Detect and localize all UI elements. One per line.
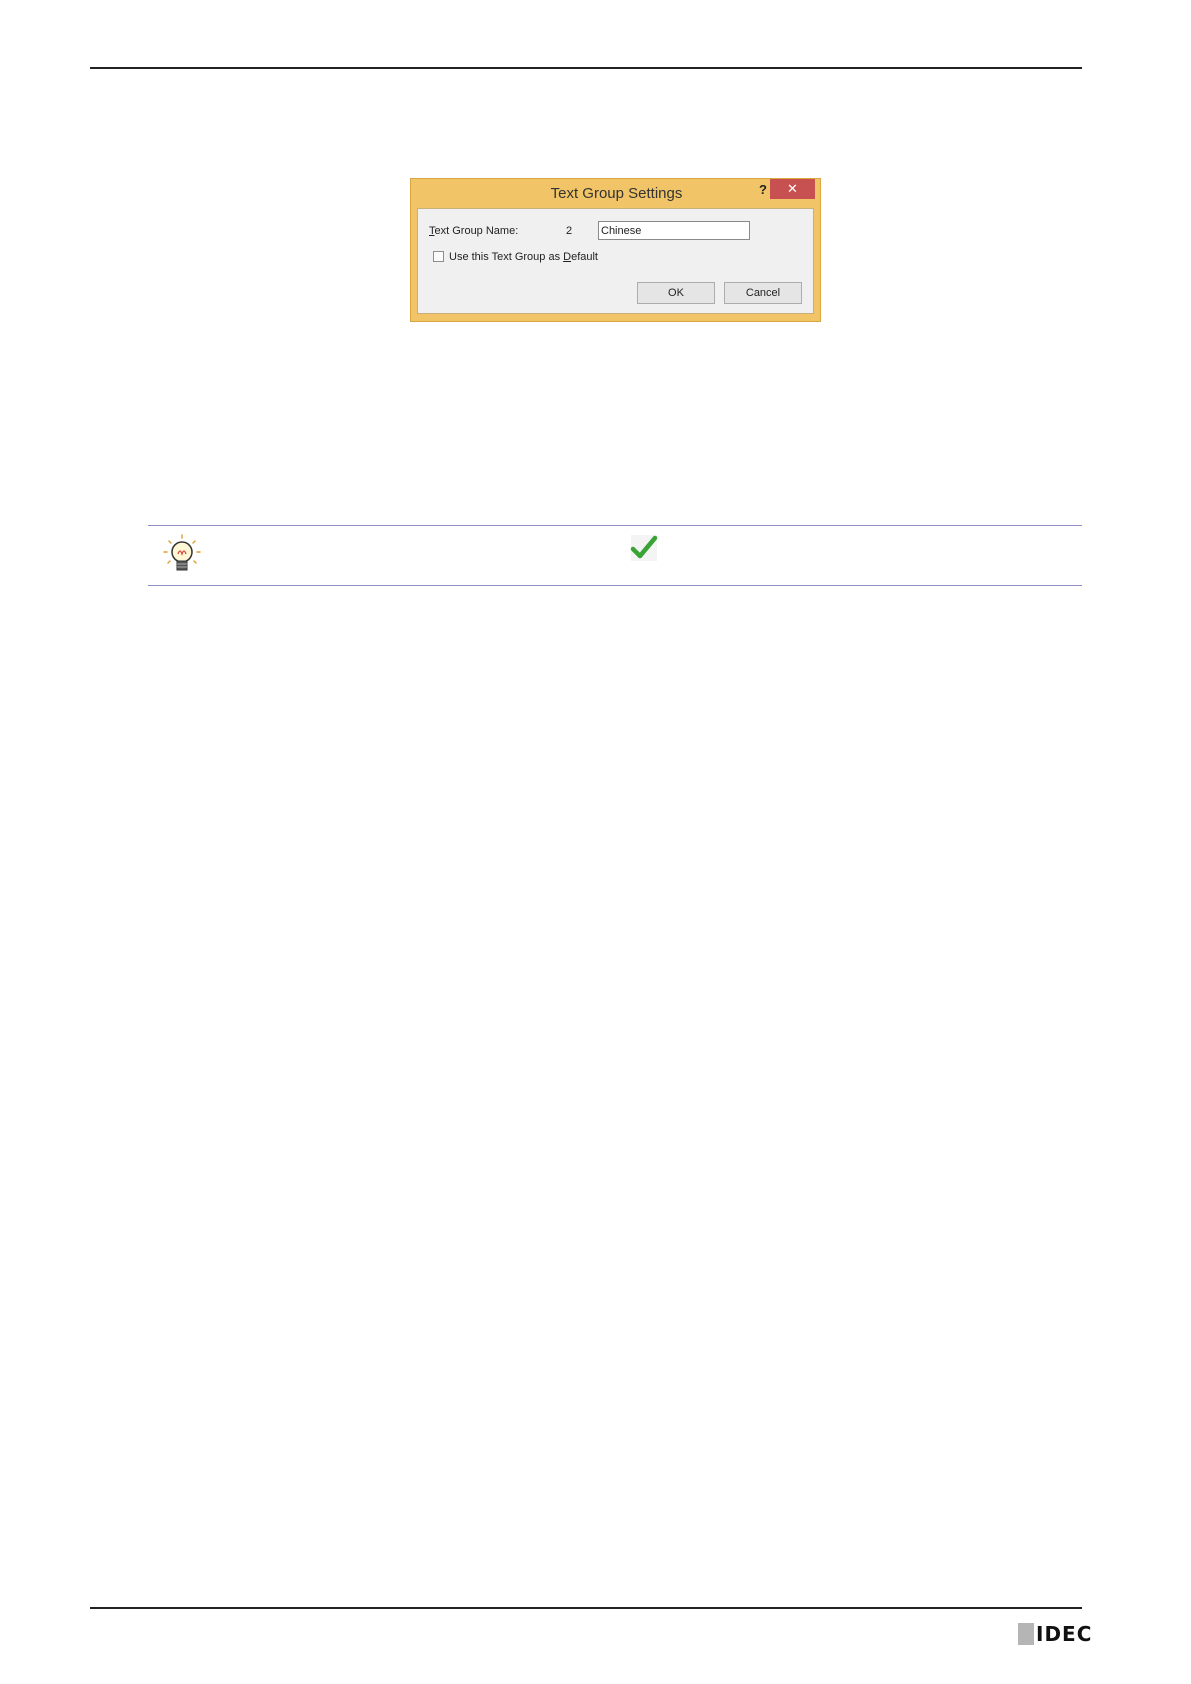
close-icon: ✕ [787,181,798,196]
hint-rule-bottom [148,585,1082,586]
dialog-body: Text Group Name: 2 Use this Text Group a… [417,208,814,314]
default-checkbox[interactable] [433,251,444,262]
close-button[interactable]: ✕ [770,179,815,199]
logo-mark [1018,1623,1034,1645]
text-group-name-label: Text Group Name: [429,225,518,237]
label-text: efault [571,251,598,263]
ok-button[interactable]: OK [637,282,715,304]
hint-rule-top [148,525,1082,526]
text-group-name-input[interactable] [598,221,750,240]
default-checkbox-label[interactable]: Use this Text Group as Default [449,251,598,263]
group-number: 2 [566,225,573,237]
footer-rule [90,1607,1082,1609]
checkmark-icon [630,535,658,561]
logo-text: IDEC [1036,1622,1093,1646]
cancel-button[interactable]: Cancel [724,282,802,304]
accelerator-key: D [563,251,572,263]
label-text: Use this Text Group as [449,251,564,263]
lightbulb-icon [163,534,201,571]
label-text: ext Group Name: [434,225,519,237]
text-group-settings-dialog: Text Group Settings ? ✕ Text Group Name:… [410,178,821,322]
header-rule [90,67,1082,69]
idec-logo: IDEC [1018,1622,1093,1646]
